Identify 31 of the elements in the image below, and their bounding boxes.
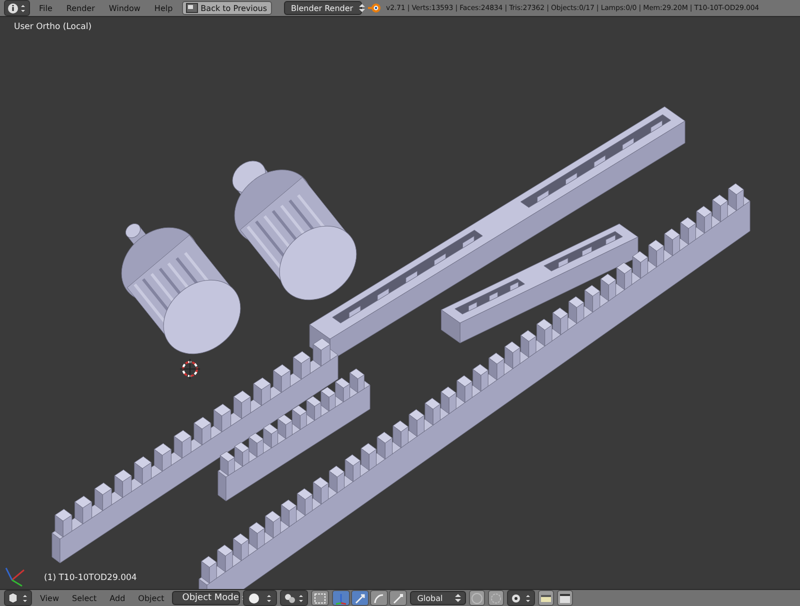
menu-item[interactable]: Help bbox=[149, 4, 178, 12]
object-mode-dropdown[interactable]: Object Mode bbox=[172, 591, 240, 605]
render-engine-dropdown[interactable]: Blender Render bbox=[284, 1, 362, 15]
pivot-point-icon[interactable] bbox=[280, 590, 308, 606]
menu-item[interactable]: Select bbox=[66, 594, 102, 602]
render-preview-icon[interactable] bbox=[538, 590, 554, 606]
orientation-dropdown[interactable]: Global bbox=[410, 591, 466, 605]
clapperboard-icon[interactable] bbox=[557, 590, 574, 606]
layers-icon[interactable] bbox=[469, 590, 486, 606]
cube-icon[interactable] bbox=[4, 590, 32, 606]
menu-item[interactable]: Add bbox=[104, 594, 130, 602]
back-to-previous-button[interactable]: Back to Previous bbox=[182, 1, 272, 15]
blender-logo-icon[interactable] bbox=[368, 1, 382, 15]
manipulator-axes-icon[interactable] bbox=[332, 590, 350, 606]
menu-item[interactable]: Render bbox=[61, 4, 100, 12]
axis-gizmo-icon bbox=[5, 568, 24, 587]
dotted-square-icon[interactable] bbox=[311, 590, 330, 606]
info-icon[interactable] bbox=[4, 0, 30, 16]
view-label: User Ortho (Local) bbox=[14, 22, 92, 32]
menu-item[interactable]: File bbox=[34, 4, 58, 12]
object-label: (1) T10-10TOD29.004 bbox=[44, 573, 137, 583]
menu-item[interactable]: View bbox=[35, 594, 64, 602]
scale-manipulator-icon[interactable] bbox=[389, 590, 408, 606]
menu-item[interactable]: Window bbox=[104, 4, 146, 12]
translate-manipulator-icon[interactable] bbox=[351, 590, 370, 606]
rotate-manipulator-icon[interactable] bbox=[370, 590, 388, 606]
screen-icon bbox=[186, 3, 198, 13]
grid-icon[interactable] bbox=[488, 590, 504, 606]
3d-cursor-icon bbox=[180, 358, 200, 380]
menu-item[interactable]: Object bbox=[133, 594, 170, 602]
snap-magnet-icon[interactable] bbox=[507, 590, 536, 606]
